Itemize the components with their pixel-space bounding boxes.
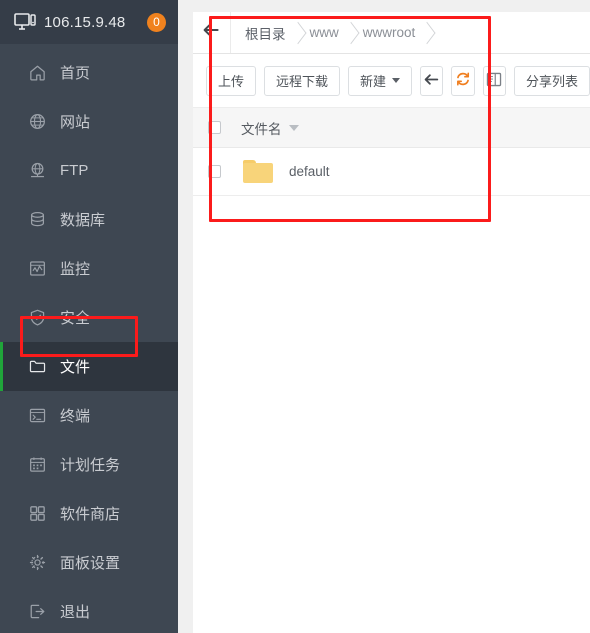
sidebar-item-label: 文件 xyxy=(60,359,91,376)
monitor-chart-icon xyxy=(27,259,47,279)
select-all-checkbox[interactable] xyxy=(208,121,221,134)
sidebar-item-label: 首页 xyxy=(60,65,91,82)
sidebar-item-panel-settings[interactable]: 面板设置 xyxy=(0,538,178,587)
refresh-button[interactable] xyxy=(451,65,475,96)
sidebar-item-label: 网站 xyxy=(60,114,91,131)
gear-icon xyxy=(27,553,47,573)
sidebar-item-home[interactable]: 首页 xyxy=(0,48,178,97)
main-content: 根目录 www wwwroot 上传 远程下载 新建 分享列表 文件名 defa… xyxy=(193,0,590,633)
app-root: 106.15.9.48 0 首页 网站 FTP 数据库 监控 安全 文件 终端 … xyxy=(0,0,590,633)
sidebar: 106.15.9.48 0 首页 网站 FTP 数据库 监控 安全 文件 终端 … xyxy=(0,0,178,633)
notification-badge[interactable]: 0 xyxy=(147,12,166,32)
breadcrumb-item-wwwroot[interactable]: wwwroot xyxy=(349,12,426,53)
sidebar-item-terminal[interactable]: 终端 xyxy=(0,391,178,440)
share-list-button[interactable]: 分享列表 xyxy=(513,65,590,96)
file-table-header: 文件名 xyxy=(193,108,590,148)
sidebar-item-cron[interactable]: 计划任务 xyxy=(0,440,178,489)
new-button-label: 新建 xyxy=(360,74,387,89)
content-top-strip xyxy=(193,0,590,12)
shield-check-icon xyxy=(27,308,47,328)
sidebar-item-website[interactable]: 网站 xyxy=(0,97,178,146)
sidebar-item-label: 终端 xyxy=(60,408,91,425)
sidebar-item-ftp[interactable]: FTP xyxy=(0,146,178,195)
new-button[interactable]: 新建 xyxy=(348,65,413,96)
sidebar-item-label: FTP xyxy=(60,162,89,179)
breadcrumb-back-button[interactable] xyxy=(193,12,231,53)
sidebar-item-security[interactable]: 安全 xyxy=(0,293,178,342)
sidebar-content-gap xyxy=(178,0,193,633)
sidebar-item-label: 数据库 xyxy=(60,212,106,229)
remote-download-button[interactable]: 远程下载 xyxy=(264,65,341,96)
arrow-left-icon xyxy=(203,23,220,42)
folder-icon xyxy=(243,160,273,183)
upload-button[interactable]: 上传 xyxy=(206,65,257,96)
logout-icon xyxy=(27,602,47,622)
chevron-down-icon xyxy=(392,78,401,83)
folder-icon xyxy=(27,357,47,377)
sidebar-item-files[interactable]: 文件 xyxy=(0,342,178,391)
breadcrumb-item-root[interactable]: 根目录 xyxy=(231,12,296,53)
grid-icon xyxy=(27,504,47,524)
database-icon xyxy=(27,210,47,230)
sort-descending-icon xyxy=(288,124,299,131)
file-toolbar: 上传 远程下载 新建 分享列表 xyxy=(193,54,590,108)
sidebar-header: 106.15.9.48 0 xyxy=(0,0,178,44)
terminal-window-icon xyxy=(486,72,502,90)
table-row[interactable]: default xyxy=(193,148,590,196)
toolbar-back-button[interactable] xyxy=(420,65,444,96)
column-header-label: 文件名 xyxy=(241,121,282,137)
terminal-panel-button[interactable] xyxy=(482,65,506,96)
breadcrumb-list: 根目录 www wwwroot xyxy=(231,12,425,53)
breadcrumb: 根目录 www wwwroot xyxy=(193,12,590,54)
globe-icon xyxy=(27,112,47,132)
calendar-icon xyxy=(27,455,47,475)
sidebar-item-logout[interactable]: 退出 xyxy=(0,587,178,633)
server-ip-label: 106.15.9.48 xyxy=(44,13,126,31)
terminal-icon xyxy=(27,406,47,426)
sidebar-item-label: 监控 xyxy=(60,261,91,278)
sidebar-item-app-store[interactable]: 软件商店 xyxy=(0,489,178,538)
sidebar-item-monitor[interactable]: 监控 xyxy=(0,244,178,293)
file-table: 文件名 default xyxy=(193,108,590,196)
sidebar-item-database[interactable]: 数据库 xyxy=(0,195,178,244)
refresh-icon xyxy=(455,71,471,90)
sidebar-item-label: 计划任务 xyxy=(60,457,121,474)
ftp-icon xyxy=(27,161,47,181)
arrow-left-icon xyxy=(424,73,440,89)
sidebar-item-label: 面板设置 xyxy=(60,555,121,572)
file-name-label[interactable]: default xyxy=(289,164,330,179)
sidebar-item-label: 退出 xyxy=(60,604,91,621)
sidebar-item-label: 安全 xyxy=(60,310,91,327)
row-checkbox[interactable] xyxy=(208,165,221,178)
sidebar-item-label: 软件商店 xyxy=(60,506,121,523)
breadcrumb-item-www[interactable]: www xyxy=(296,12,349,53)
column-header-filename[interactable]: 文件名 xyxy=(241,118,299,138)
monitor-icon xyxy=(14,12,36,32)
home-icon xyxy=(27,63,47,83)
sidebar-nav: 首页 网站 FTP 数据库 监控 安全 文件 终端 计划任务 软件商店 面板设置… xyxy=(0,44,178,633)
